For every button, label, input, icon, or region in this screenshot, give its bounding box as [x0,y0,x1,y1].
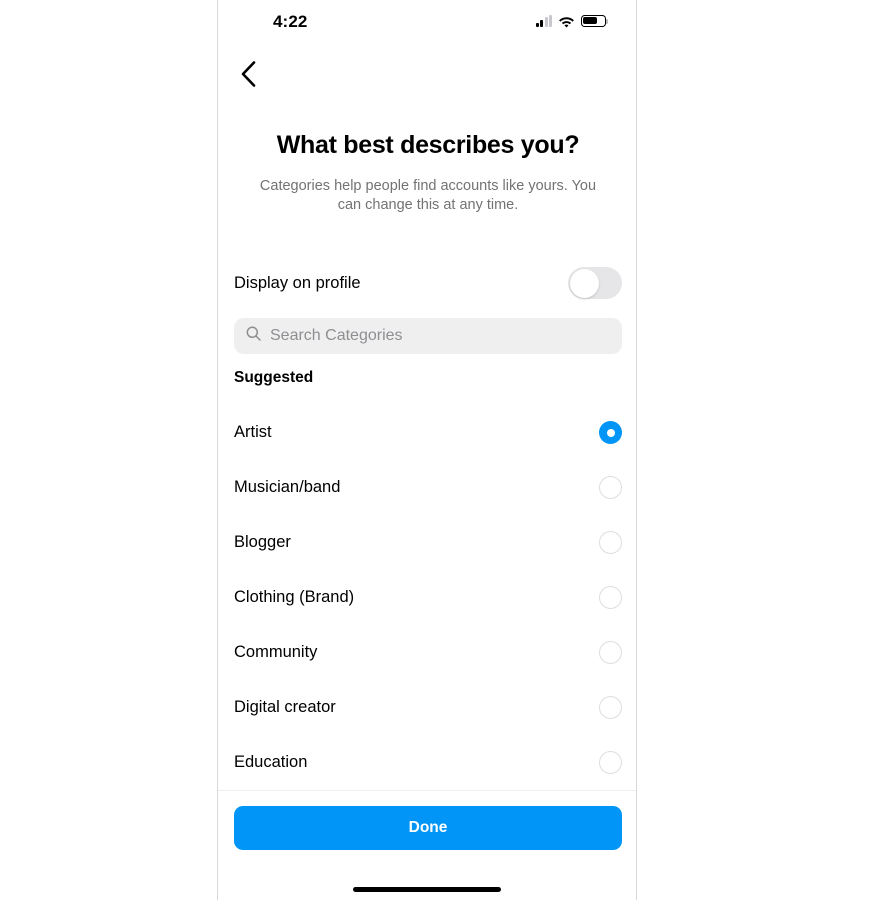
list-item-label: Clothing (Brand) [234,588,355,606]
chevron-left-icon [241,60,256,92]
category-list: Artist Musician/band Blogger Clothing (B… [218,405,636,790]
radio-button-selected[interactable] [599,421,622,444]
list-item[interactable]: Blogger [218,515,636,570]
footer-divider [218,790,636,791]
list-item-label: Community [234,643,318,661]
radio-button[interactable] [599,641,622,664]
radio-button[interactable] [599,531,622,554]
search-categories-field[interactable]: Search Categories [234,318,622,354]
list-item-label: Musician/band [234,478,341,496]
display-on-profile-row[interactable]: Display on profile [218,262,636,304]
signal-bar-3 [544,17,548,27]
toggle-knob [569,268,599,298]
page-subtitle: Categories help people find accounts lik… [259,178,597,213]
home-indicator [353,887,501,892]
list-item-label: Artist [234,423,272,441]
list-item-label: Education [234,753,308,771]
radio-button[interactable] [599,586,622,609]
signal-bar-1 [535,23,539,27]
signal-bar-4 [549,15,552,27]
back-button[interactable] [224,54,272,98]
search-icon [246,326,261,346]
list-item-label: Digital creator [234,698,336,716]
list-item[interactable]: Artist [218,405,636,460]
screenshot-canvas: 4:22 What best describes you? Categories… [0,0,873,900]
list-item[interactable]: Musician/band [218,460,636,515]
radio-button[interactable] [599,696,622,719]
cellular-bars-icon [535,15,552,27]
phone-frame: 4:22 What best describes you? Categories… [217,0,637,900]
section-title-suggested: Suggested [234,369,314,386]
signal-bar-2 [540,20,543,27]
list-item[interactable]: Clothing (Brand) [218,570,636,625]
wifi-icon [558,15,575,28]
battery-fill [583,16,598,24]
radio-button[interactable] [599,751,622,774]
list-item[interactable]: Education [218,735,636,790]
list-item[interactable]: Digital creator [218,680,636,735]
page-title: What best describes you? [276,131,580,159]
status-bar-time: 4:22 [273,12,308,31]
list-item-label: Blogger [234,533,291,551]
list-item[interactable]: Community [218,625,636,680]
battery-icon [581,14,609,27]
display-on-profile-label: Display on profile [234,273,361,292]
search-input-placeholder: Search Categories [270,327,403,344]
status-bar: 4:22 [218,0,636,44]
done-button[interactable]: Done [234,806,622,850]
status-bar-indicators [535,13,609,28]
display-on-profile-toggle[interactable] [568,267,622,299]
radio-button[interactable] [599,476,622,499]
